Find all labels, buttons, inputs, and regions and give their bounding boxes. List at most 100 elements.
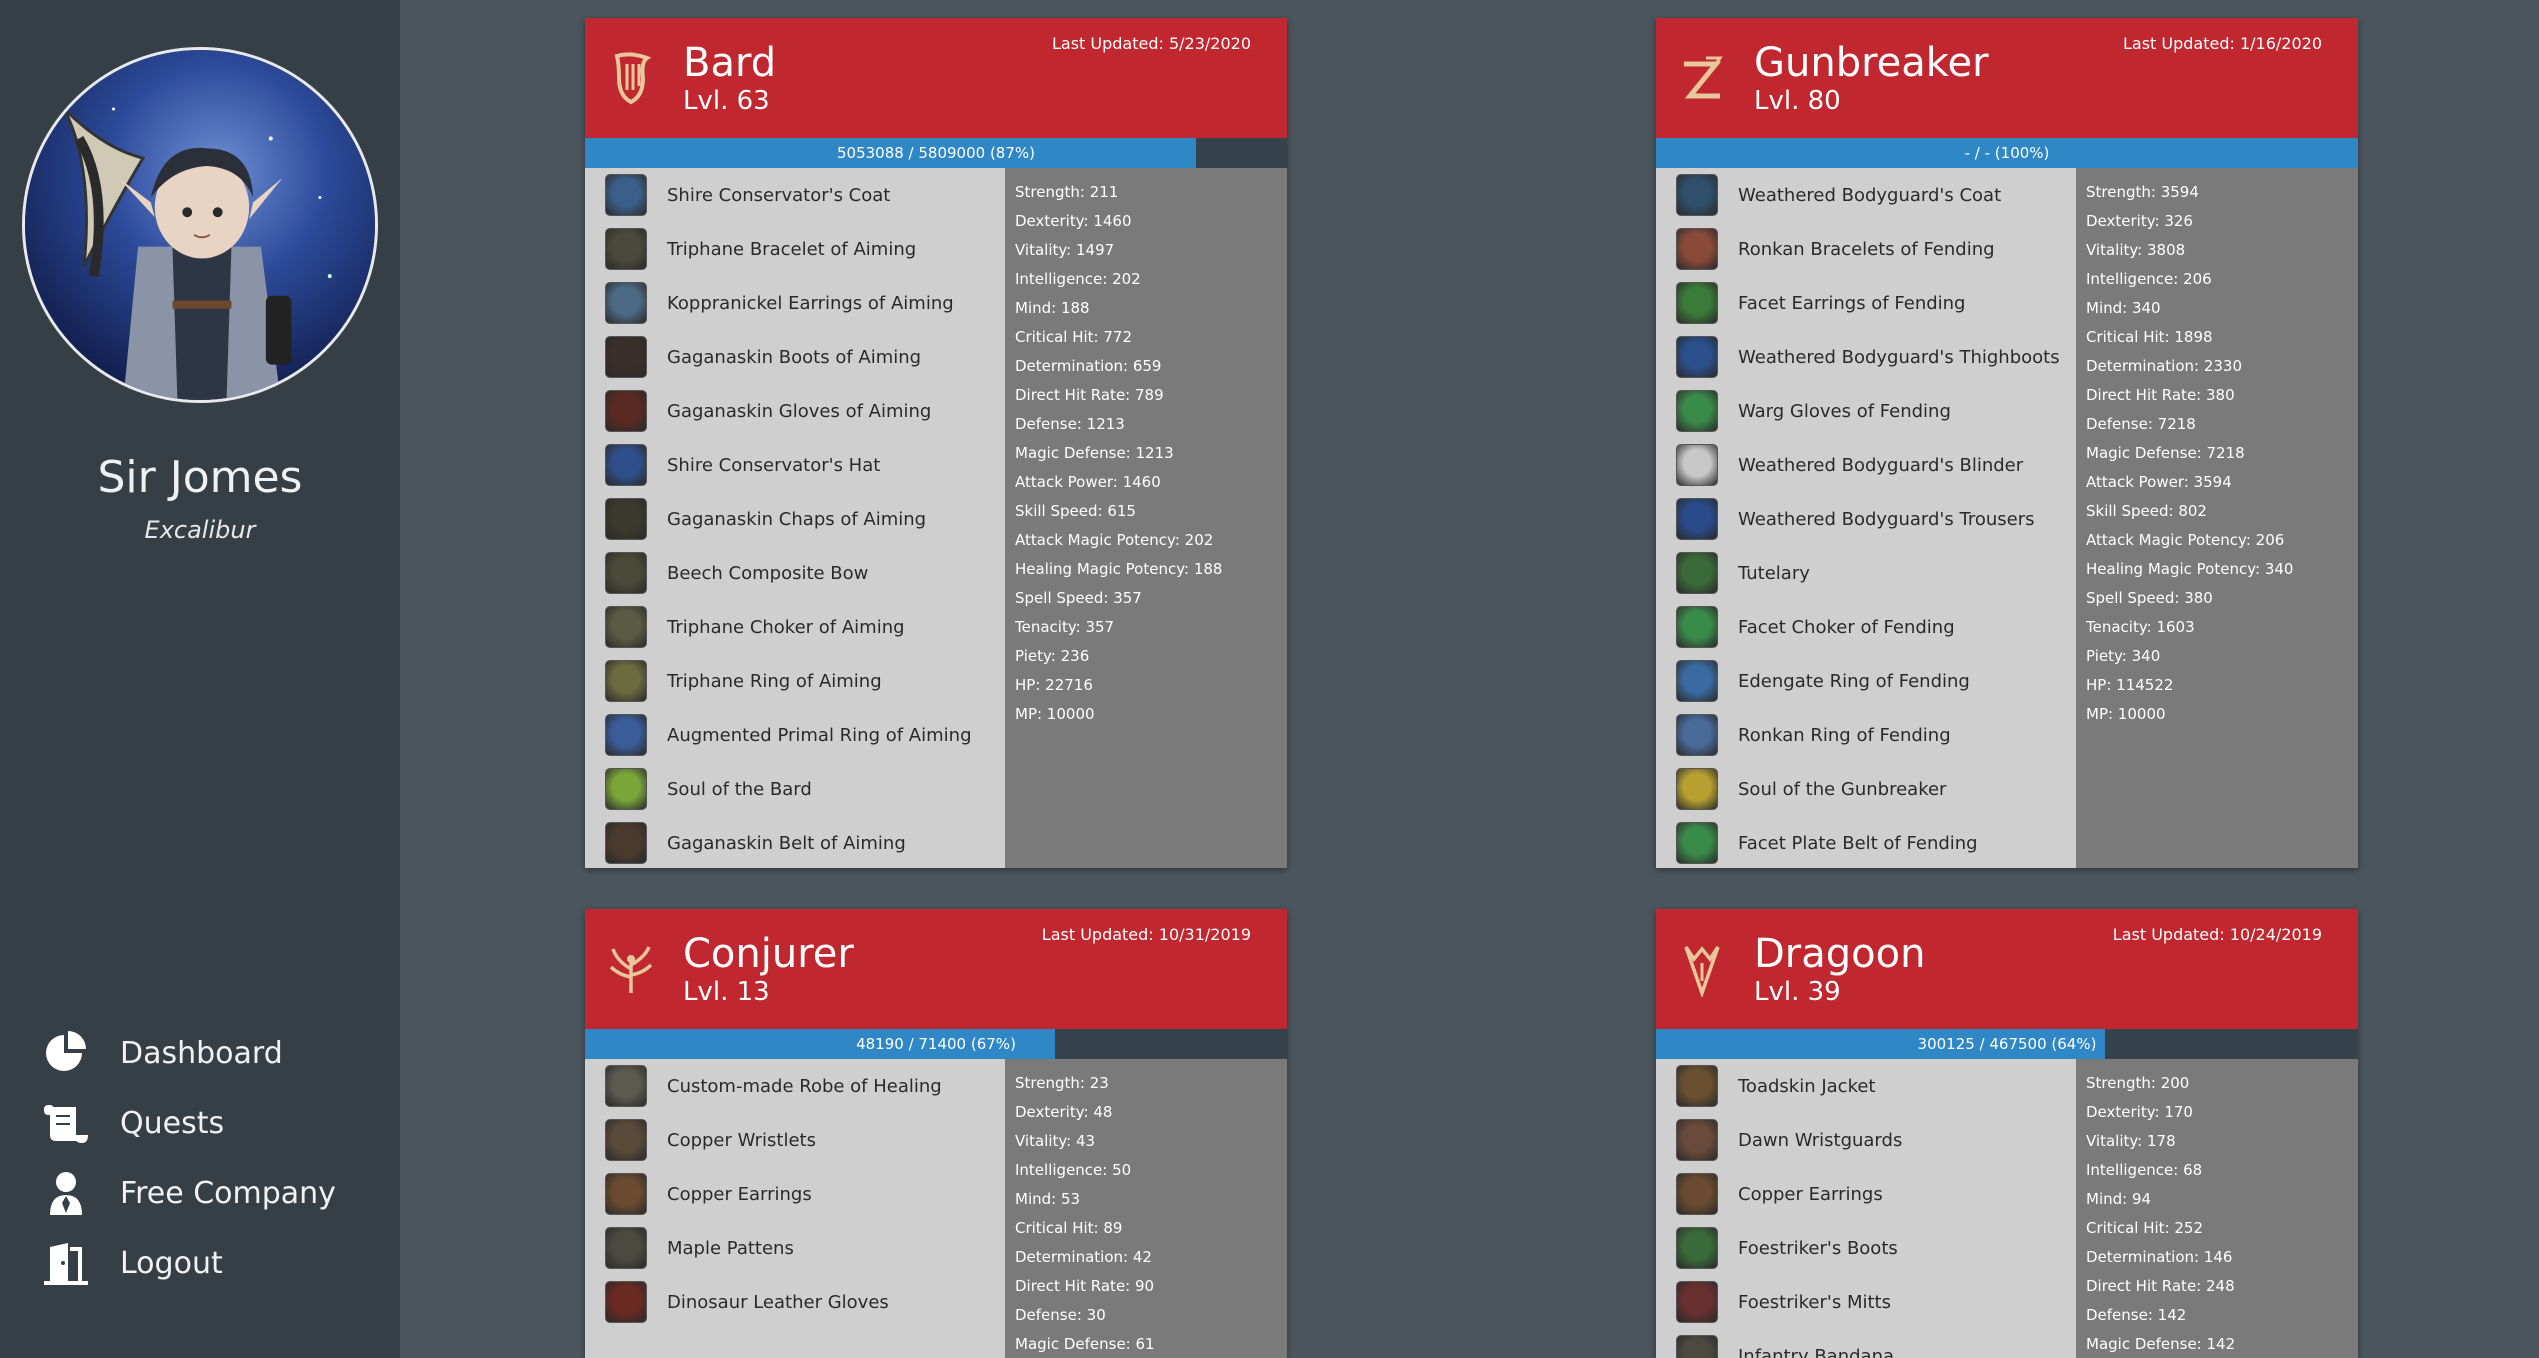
stat-line: Direct Hit Rate: 248: [2086, 1277, 2235, 1295]
nav-quests[interactable]: Quests: [42, 1088, 336, 1158]
job-level: Lvl. 63: [683, 86, 770, 116]
gear-item[interactable]: Copper Wristlets: [585, 1113, 1005, 1167]
stat-line: Intelligence: 68: [2086, 1161, 2203, 1179]
xp-progress-bar: 5053088 / 5809000 (87%): [585, 138, 1287, 168]
stat-line: Magic Defense: 1213: [1015, 444, 1174, 462]
gear-item[interactable]: Foestriker's Boots: [1656, 1221, 2076, 1275]
gear-item[interactable]: Toadskin Jacket: [1656, 1059, 2076, 1113]
gear-item-icon: [605, 552, 647, 594]
gear-item[interactable]: Shire Conservator's Hat: [585, 438, 1005, 492]
conjurer-job-icon: [609, 946, 653, 993]
gear-item[interactable]: Shire Conservator's Coat: [585, 168, 1005, 222]
gear-item-icon: [605, 1119, 647, 1161]
gear-item-label: Edengate Ring of Fending: [1738, 670, 1970, 692]
gear-item[interactable]: Soul of the Gunbreaker: [1656, 762, 2076, 816]
gear-item[interactable]: Weathered Bodyguard's Trousers: [1656, 492, 2076, 546]
gear-item[interactable]: Infantry Bandana: [1656, 1329, 2076, 1358]
gear-item[interactable]: Triphane Ring of Aiming: [585, 654, 1005, 708]
gear-item-icon: [605, 768, 647, 810]
gear-item-label: Ronkan Ring of Fending: [1738, 724, 1951, 746]
gear-item[interactable]: Gaganaskin Boots of Aiming: [585, 330, 1005, 384]
gear-item[interactable]: Beech Composite Bow: [585, 546, 1005, 600]
stat-line: Attack Power: 3594: [2086, 473, 2232, 491]
stats-panel: Strength: 200 Dexterity: 170 Vitality: 178…: [2076, 1059, 2358, 1358]
gear-item[interactable]: Triphane Bracelet of Aiming: [585, 222, 1005, 276]
gear-item-label: Dinosaur Leather Gloves: [667, 1291, 889, 1313]
stat-line: Vitality: 178: [2086, 1132, 2176, 1150]
gear-list: Shire Conservator's Coat Triphane Bracele…: [585, 168, 1005, 868]
gear-item[interactable]: Triphane Choker of Aiming: [585, 600, 1005, 654]
stat-line: Determination: 146: [2086, 1248, 2233, 1266]
gear-item-icon: [605, 714, 647, 756]
stat-line: Piety: 340: [2086, 647, 2161, 665]
gear-item-label: Gaganaskin Boots of Aiming: [667, 346, 922, 368]
stat-line: Attack Magic Potency: 206: [2086, 531, 2285, 549]
gear-item-label: Weathered Bodyguard's Trousers: [1738, 508, 2035, 530]
stat-line: Attack Magic Potency: 202: [1015, 531, 1214, 549]
gear-item-label: Gaganaskin Gloves of Aiming: [667, 400, 932, 422]
gear-item[interactable]: Augmented Primal Ring of Aiming: [585, 708, 1005, 762]
job-header: Dragoon Lvl. 39 Last Updated: 10/24/2019: [1656, 909, 2358, 1029]
stat-line: Vitality: 43: [1015, 1132, 1096, 1150]
gear-item-icon: [1676, 336, 1718, 378]
job-name: Bard: [683, 40, 777, 86]
stat-line: Critical Hit: 772: [1015, 328, 1133, 346]
gear-item-label: Shire Conservator's Hat: [667, 454, 881, 476]
pie-chart-icon: [46, 1031, 86, 1071]
gear-item-label: Augmented Primal Ring of Aiming: [667, 724, 972, 746]
gear-item[interactable]: Warg Gloves of Fending: [1656, 384, 2076, 438]
stat-line: Dexterity: 1460: [1015, 212, 1132, 230]
gear-item[interactable]: Weathered Bodyguard's Thighboots: [1656, 330, 2076, 384]
stat-line: Strength: 23: [1015, 1074, 1109, 1092]
gear-item[interactable]: Copper Earrings: [585, 1167, 1005, 1221]
job-body: Shire Conservator's Coat Triphane Bracele…: [585, 168, 1287, 868]
gear-item[interactable]: Weathered Bodyguard's Coat: [1656, 168, 2076, 222]
xp-progress-text: 48190 / 71400 (67%): [856, 1035, 1016, 1053]
gear-item[interactable]: Koppranickel Earrings of Aiming: [585, 276, 1005, 330]
stat-line: Vitality: 1497: [1015, 241, 1115, 259]
gear-item[interactable]: Gaganaskin Belt of Aiming: [585, 816, 1005, 868]
gear-item[interactable]: Edengate Ring of Fending: [1656, 654, 2076, 708]
stat-line: Determination: 42: [1015, 1248, 1152, 1266]
stat-line: Magic Defense: 7218: [2086, 444, 2245, 462]
gear-item[interactable]: Tutelary: [1656, 546, 2076, 600]
gear-item[interactable]: Copper Earrings: [1656, 1167, 2076, 1221]
gear-item[interactable]: Facet Earrings of Fending: [1656, 276, 2076, 330]
gear-item[interactable]: Weathered Bodyguard's Blinder: [1656, 438, 2076, 492]
gear-item-icon: [1676, 714, 1718, 756]
job-card-gunbreaker: Gunbreaker Lvl. 80 Last Updated: 1/16/20…: [1656, 18, 2358, 868]
gear-item[interactable]: Dinosaur Leather Gloves: [585, 1275, 1005, 1329]
stat-line: Piety: 236: [1015, 647, 1090, 665]
gear-item[interactable]: Custom-made Robe of Healing: [585, 1059, 1005, 1113]
stat-line: Intelligence: 206: [2086, 270, 2212, 288]
stat-line: Critical Hit: 1898: [2086, 328, 2213, 346]
gear-item[interactable]: Gaganaskin Gloves of Aiming: [585, 384, 1005, 438]
gear-item-label: Foestriker's Boots: [1738, 1237, 1898, 1259]
gear-item[interactable]: Ronkan Ring of Fending: [1656, 708, 2076, 762]
stats-panel: Strength: 23 Dexterity: 48 Vitality: 43 Int…: [1005, 1059, 1287, 1358]
bard-job-icon: [614, 52, 652, 105]
gear-item[interactable]: Facet Plate Belt of Fending: [1656, 816, 2076, 868]
gear-item-label: Gaganaskin Belt of Aiming: [667, 832, 906, 854]
gear-item-label: Weathered Bodyguard's Coat: [1738, 184, 2002, 206]
gear-item[interactable]: Facet Choker of Fending: [1656, 600, 2076, 654]
stat-line: Determination: 2330: [2086, 357, 2242, 375]
gear-item-label: Triphane Choker of Aiming: [667, 616, 905, 638]
gear-item[interactable]: Ronkan Bracelets of Fending: [1656, 222, 2076, 276]
nav-free-company-label: Free Company: [120, 1175, 336, 1211]
gear-item-label: Warg Gloves of Fending: [1738, 400, 1951, 422]
stat-line: MP: 10000: [1015, 705, 1095, 723]
gear-item[interactable]: Gaganaskin Chaps of Aiming: [585, 492, 1005, 546]
nav-dashboard[interactable]: Dashboard: [42, 1018, 336, 1088]
job-header: Conjurer Lvl. 13 Last Updated: 10/31/201…: [585, 909, 1287, 1029]
gear-item[interactable]: Dawn Wristguards: [1656, 1113, 2076, 1167]
gear-item[interactable]: Soul of the Bard: [585, 762, 1005, 816]
last-updated: Last Updated: 10/24/2019: [2112, 925, 2322, 944]
nav-logout[interactable]: Logout: [42, 1228, 336, 1298]
gear-item-label: Foestriker's Mitts: [1738, 1291, 1891, 1313]
gear-item[interactable]: Foestriker's Mitts: [1656, 1275, 2076, 1329]
nav-free-company[interactable]: Free Company: [42, 1158, 336, 1228]
stat-line: Vitality: 3808: [2086, 241, 2186, 259]
stat-line: Mind: 94: [2086, 1190, 2152, 1208]
gear-item[interactable]: Maple Pattens: [585, 1221, 1005, 1275]
